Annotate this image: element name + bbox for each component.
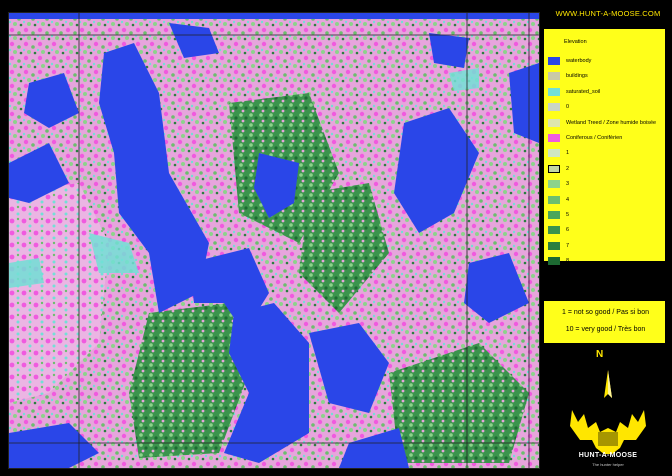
north-label: N [596, 349, 604, 360]
legend-item: 8 [548, 256, 569, 266]
legend-item: 0 [548, 102, 569, 112]
legend-swatch [548, 180, 560, 189]
legend-label: 7 [566, 242, 570, 249]
legend-item: Wetland Treed / Zone humide boisée [548, 118, 656, 128]
legend-label: 8 [566, 258, 570, 265]
moose-logo-icon [570, 370, 646, 454]
brand-name: HUNT-A-MOOSE [578, 452, 638, 459]
legend-item: 6 [548, 225, 569, 235]
legend-panel: Elevation waterbody buildings saturated_so… [544, 29, 665, 266]
legend-swatch [548, 72, 560, 81]
rating-notes: 1 = not so good / Pas si bon 10 = very g… [544, 301, 665, 343]
legend-swatch [548, 103, 560, 112]
legend-label: 5 [566, 212, 570, 218]
map-canvas [9, 13, 539, 468]
legend-label: Wetland Treed / Zone humide boisée [566, 119, 657, 126]
legend-swatch [548, 257, 560, 266]
legend-label: 4 [566, 196, 570, 203]
legend-label: 3 [566, 181, 570, 188]
legend-item: buildings [548, 71, 588, 81]
vegetation-map[interactable] [8, 12, 540, 469]
legend-label: 2 [566, 165, 570, 172]
legend-item: 3 [548, 179, 569, 189]
legend-swatch [548, 241, 560, 250]
legend-label: saturated_soil [566, 88, 601, 95]
legend-swatch [548, 149, 560, 158]
legend-swatch [548, 87, 560, 96]
legend-title: Elevation [564, 39, 587, 45]
legend-item: Coniferous / Conifèrien [548, 133, 622, 143]
rating-note-low: 1 = not so good / Pas si bon [562, 309, 649, 316]
legend-swatch [548, 57, 560, 65]
legend-label: 0 [566, 104, 570, 111]
legend-swatch [548, 118, 560, 127]
legend-item: 7 [548, 241, 569, 251]
legend-item: 2 [548, 164, 569, 174]
legend-label: Coniferous / Conifèrien [566, 135, 623, 141]
legend-swatch [548, 195, 560, 204]
legend-label: waterbody [566, 58, 592, 64]
legend-swatch [548, 164, 560, 173]
legend-item: 4 [548, 195, 569, 205]
legend-label: 6 [566, 227, 570, 234]
website-url[interactable]: WWW.HUNT-A-MOOSE.COM [548, 9, 668, 18]
legend-swatch [548, 211, 560, 219]
legend-swatch [548, 226, 560, 235]
brand-tagline: The hunter helper [592, 462, 624, 467]
legend-item: 5 [548, 210, 569, 220]
legend-swatch [548, 134, 560, 142]
legend-label: buildings [566, 73, 588, 80]
rating-note-high: 10 = very good / Très bon [565, 326, 646, 333]
legend-item: waterbody [548, 56, 591, 66]
legend-item: 1 [548, 148, 569, 158]
legend-label: 1 [566, 150, 570, 157]
legend-item: saturated_soil [548, 87, 600, 97]
